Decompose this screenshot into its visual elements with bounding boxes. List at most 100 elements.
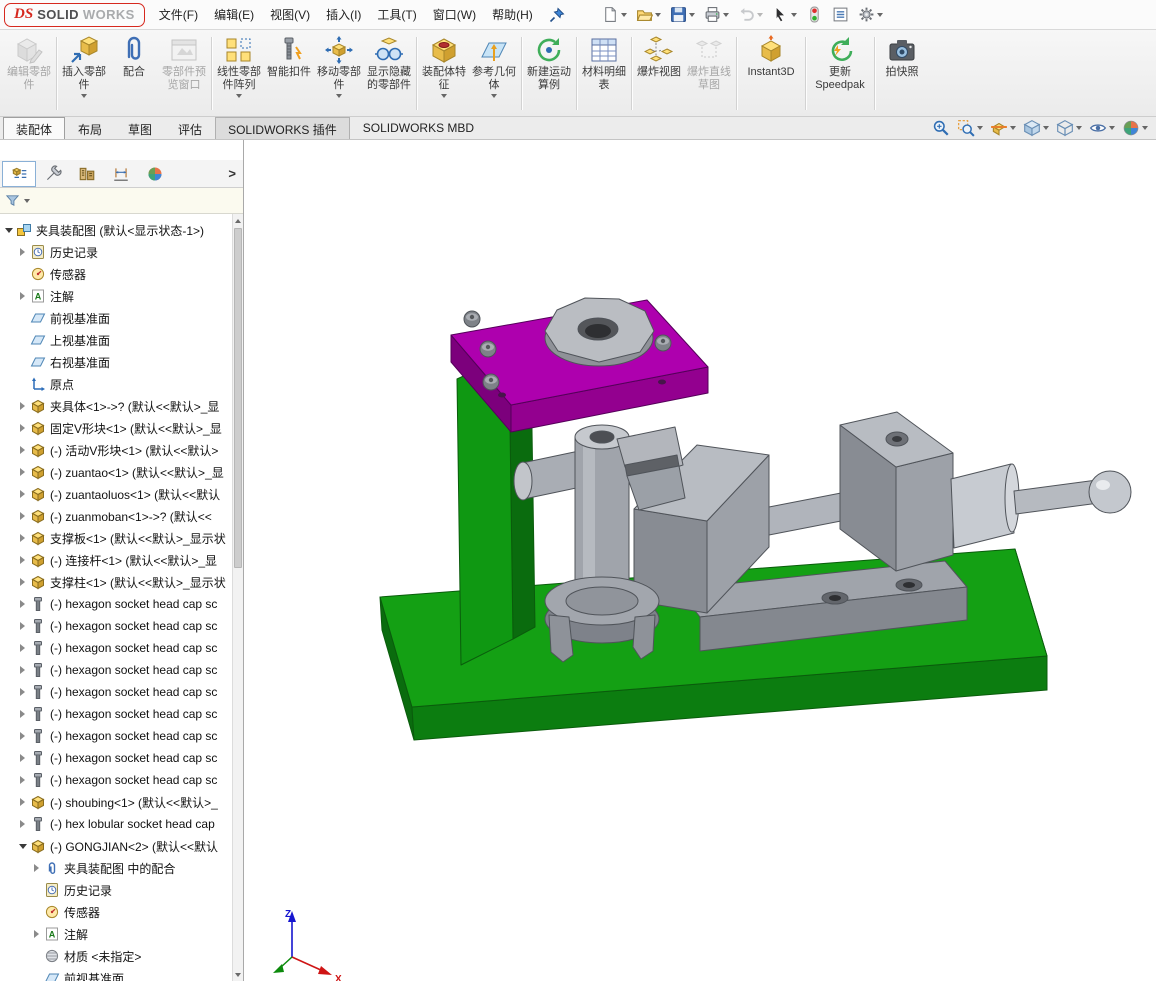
tree-expander[interactable] (16, 556, 29, 564)
tree-item[interactable]: (-) hexagon socket head cap sc (0, 593, 232, 615)
pin-toolbar-button[interactable] (549, 7, 565, 23)
scrollbar-down-button[interactable] (233, 968, 243, 981)
tree-item[interactable]: (-) GONGJIAN<2> (默认<<默认 (0, 835, 232, 857)
ribbon-linear-pattern-button[interactable]: 线性零部件阵列 (214, 33, 264, 114)
tab-commandmanager[interactable]: SOLIDWORKS 插件 (215, 117, 350, 139)
tree-expander[interactable] (16, 446, 29, 454)
menu-item[interactable]: 窗口(W) (425, 0, 484, 29)
tree-expander[interactable] (16, 292, 29, 300)
tree-item[interactable]: 支撑柱<1> (默认<<默认>_显示状 (0, 571, 232, 593)
tree-item[interactable]: 夹具体<1>->? (默认<<默认>_显 (0, 395, 232, 417)
tree-item[interactable]: (-) hexagon socket head cap sc (0, 659, 232, 681)
tab-commandmanager[interactable]: 评估 (165, 117, 215, 139)
tree-expander[interactable] (16, 644, 29, 652)
ribbon-snapshot-button[interactable]: 拍快照 (877, 33, 927, 114)
tree-expander[interactable] (16, 844, 29, 849)
model-fixed-block[interactable] (840, 412, 953, 571)
tree-expander[interactable] (16, 248, 29, 256)
tree-expander[interactable] (16, 534, 29, 542)
tree-item[interactable]: 支撑板<1> (默认<<默认>_显示状 (0, 527, 232, 549)
ribbon-exploded-view-button[interactable]: 爆炸视图 (634, 33, 684, 114)
scrollbar-up-button[interactable] (233, 214, 243, 227)
tree-expander[interactable] (16, 732, 29, 740)
tree-item[interactable]: (-) 活动V形块<1> (默认<<默认> (0, 439, 232, 461)
tree-item[interactable]: (-) hex lobular socket head cap (0, 813, 232, 835)
tree-item[interactable]: 传感器 (0, 263, 232, 285)
zoom-fit-button[interactable] (932, 119, 950, 137)
ribbon-mate-button[interactable]: 配合 (109, 33, 159, 114)
panel-tab-dimxpert[interactable] (104, 161, 138, 187)
tab-commandmanager[interactable]: 装配体 (3, 117, 65, 139)
tree-item[interactable]: (-) hexagon socket head cap sc (0, 703, 232, 725)
filter-icon[interactable] (5, 193, 20, 208)
tree-item[interactable]: 历史记录 (0, 879, 232, 901)
ribbon-insert-component-button[interactable]: 插入零部件 (59, 33, 109, 114)
graphics-area[interactable]: Z X (245, 141, 1156, 981)
tree-expander[interactable] (16, 600, 29, 608)
tree-item[interactable]: (-) hexagon socket head cap sc (0, 681, 232, 703)
print-button[interactable] (701, 4, 732, 25)
ribbon-show-hidden-button[interactable]: 显示隐藏的零部件 (364, 33, 414, 114)
tree-item[interactable]: (-) shoubing<1> (默认<<默认>_ (0, 791, 232, 813)
tree-expander[interactable] (16, 424, 29, 432)
tree-item[interactable]: 右视基准面 (0, 351, 232, 373)
scrollbar-thumb[interactable] (234, 228, 242, 568)
panel-tab-features[interactable] (2, 161, 36, 187)
tree-item[interactable]: (-) hexagon socket head cap sc (0, 615, 232, 637)
tree-item[interactable]: 上视基准面 (0, 329, 232, 351)
tree-item[interactable]: (-) hexagon socket head cap sc (0, 637, 232, 659)
menu-item[interactable]: 工具(T) (369, 0, 424, 29)
tab-commandmanager[interactable]: 布局 (65, 117, 115, 139)
tree-item[interactable]: (-) zuantao<1> (默认<<默认>_显 (0, 461, 232, 483)
ribbon-speedpak-button[interactable]: 更新 Speedpak (808, 33, 872, 114)
tree-expander[interactable] (16, 776, 29, 784)
tree-expander[interactable] (16, 798, 29, 806)
tree-item[interactable]: (-) hexagon socket head cap sc (0, 747, 232, 769)
tab-commandmanager[interactable]: SOLIDWORKS MBD (350, 117, 487, 139)
edit-appearance-button[interactable] (1122, 119, 1148, 137)
tree-expander[interactable] (16, 820, 29, 828)
display-style-button[interactable] (1056, 119, 1082, 137)
tree-item[interactable]: 前视基准面 (0, 967, 232, 981)
tree-item[interactable]: 前视基准面 (0, 307, 232, 329)
tree-expander[interactable] (16, 710, 29, 718)
tree-item[interactable]: (-) hexagon socket head cap sc (0, 725, 232, 747)
tree-item[interactable]: 历史记录 (0, 241, 232, 263)
ribbon-move-component-button[interactable]: 移动零部件 (314, 33, 364, 114)
menu-item[interactable]: 插入(I) (318, 0, 369, 29)
model-handle[interactable] (951, 464, 1131, 548)
panel-tab-configurations[interactable] (70, 161, 104, 187)
ribbon-reference-geometry-button[interactable]: 参考几何体 (469, 33, 519, 114)
ribbon-smart-fasteners-button[interactable]: 智能扣件 (264, 33, 314, 114)
section-view-button[interactable] (990, 119, 1016, 137)
tree-expander[interactable] (16, 754, 29, 762)
tree-item[interactable]: (-) zuantaoluos<1> (默认<<默认 (0, 483, 232, 505)
options-gear-button[interactable] (855, 4, 886, 25)
menu-item[interactable]: 文件(F) (151, 0, 206, 29)
model-drill-bushing-boss[interactable] (545, 298, 654, 366)
tree-expander[interactable] (16, 666, 29, 674)
tree-expander[interactable] (16, 402, 29, 410)
tree-expander[interactable] (30, 930, 43, 938)
tree-expander[interactable] (16, 468, 29, 476)
task-list-button[interactable] (829, 4, 852, 25)
tree-item[interactable]: A注解 (0, 923, 232, 945)
ribbon-motion-study-button[interactable]: 新建运动算例 (524, 33, 574, 114)
open-document-button[interactable] (633, 4, 664, 25)
tree-item[interactable]: (-) zuanmoban<1>->? (默认<< (0, 505, 232, 527)
panel-expand-chevron[interactable]: > (221, 166, 243, 181)
tab-commandmanager[interactable]: 草图 (115, 117, 165, 139)
ribbon-assembly-features-button[interactable]: 装配体特征 (419, 33, 469, 114)
tree-expander[interactable] (16, 688, 29, 696)
tree-item[interactable]: (-) 连接杆<1> (默认<<默认>_显 (0, 549, 232, 571)
tree-item[interactable]: 原点 (0, 373, 232, 395)
panel-tab-display[interactable] (138, 161, 172, 187)
tree-item[interactable]: 固定V形块<1> (默认<<默认>_显 (0, 417, 232, 439)
tree-expander[interactable] (16, 578, 29, 586)
zoom-area-button[interactable] (957, 119, 983, 137)
model-screw-shaft[interactable] (769, 493, 841, 535)
tree-expander[interactable] (16, 490, 29, 498)
tree-item[interactable]: 材质 <未指定> (0, 945, 232, 967)
panel-tab-properties[interactable] (36, 161, 70, 187)
graphics-lights-button[interactable] (803, 4, 826, 25)
